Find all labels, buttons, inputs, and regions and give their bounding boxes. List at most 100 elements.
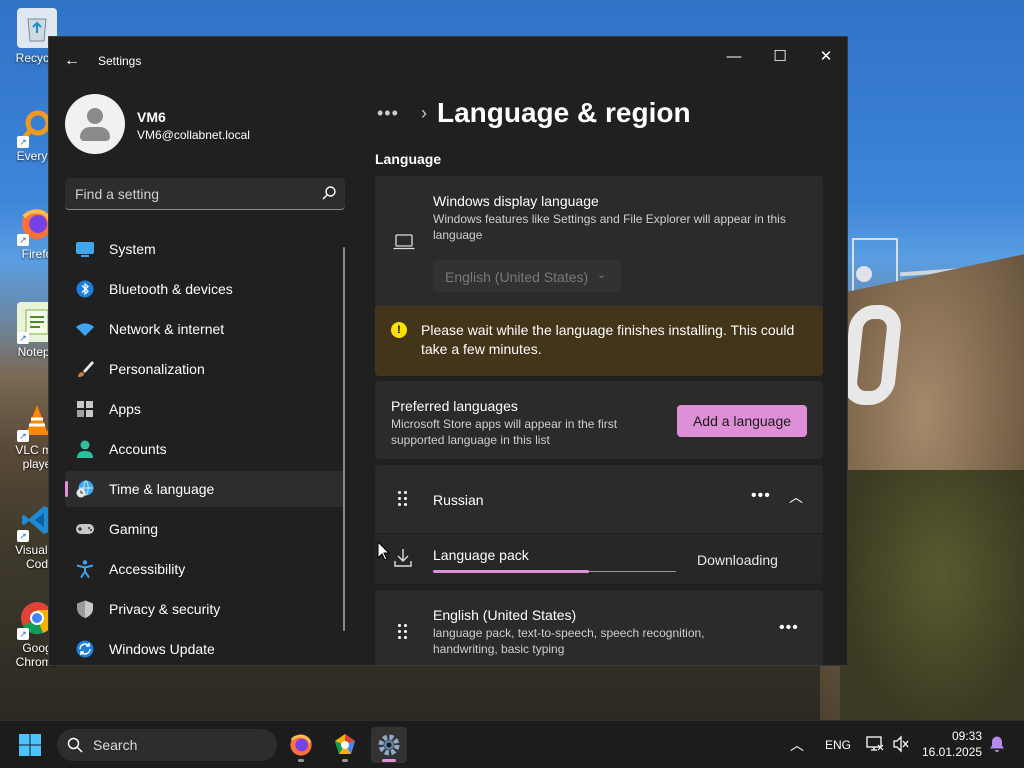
hillside-brush [840,470,1024,720]
shortcut-arrow-icon: ↗ [17,234,29,246]
sidebar-item-network[interactable]: Network & internet [65,311,345,347]
language-features: language pack, text-to-speech, speech re… [433,626,705,656]
laptop-icon [393,234,415,250]
shortcut-arrow-icon: ↗ [17,430,29,442]
sidebar-scrollbar[interactable] [343,247,345,631]
display-language-card: Windows display language Windows feature… [375,176,823,306]
sidebar-item-personalization[interactable]: Personalization [65,351,345,387]
sidebar-nav: System Bluetooth & devices Network & int… [65,231,345,665]
window-title: Settings [98,54,142,68]
search-icon [67,737,83,753]
maximize-button[interactable]: ☐ [757,41,803,71]
more-options-button[interactable]: ••• [779,619,799,637]
language-name: Russian [433,492,484,508]
chevron-up-icon[interactable]: ︿ [790,735,804,755]
back-button[interactable]: ← [59,49,85,73]
drag-handle-icon[interactable] [398,491,408,507]
breadcrumb-overflow-button[interactable]: ••• [377,103,407,124]
more-options-button[interactable]: ••• [751,487,771,505]
sidebar-item-bluetooth[interactable]: Bluetooth & devices [65,271,345,307]
gamepad-icon [76,524,94,534]
sidebar-item-label: Accessibility [109,561,186,577]
settings-gear-icon [378,734,400,756]
search-input[interactable] [75,184,305,204]
preferred-languages-title: Preferred languages [391,398,518,414]
sidebar-item-gaming[interactable]: Gaming [65,511,345,547]
satellite-dish [856,266,872,282]
minimize-button[interactable]: — [711,41,757,71]
close-button[interactable]: ✕ [803,41,847,71]
search-icon [322,186,336,200]
profile-email: VM6@collabnet.local [137,128,250,142]
settings-window: ← Settings — ☐ ✕ VM6 VM6@collabnet.local… [48,36,848,666]
sidebar-item-label: Apps [109,401,141,417]
find-setting-search[interactable] [65,178,345,210]
download-icon [394,549,412,567]
sidebar-item-label: Personalization [109,361,205,377]
sidebar-item-time-language[interactable]: Time & language [65,471,345,507]
breadcrumb: ••• › Language & region [377,95,691,131]
person-icon [77,440,93,458]
avatar-head [87,108,103,124]
volume-muted-icon[interactable] [892,735,910,753]
sidebar-item-system[interactable]: System [65,231,345,267]
sidebar-item-windows-update[interactable]: Windows Update [65,631,345,665]
display-language-dropdown[interactable]: English (United States) ⌄ [433,260,621,292]
shortcut-arrow-icon: ↗ [17,530,29,542]
sidebar-item-privacy[interactable]: Privacy & security [65,591,345,627]
running-indicator [342,759,348,762]
taskbar-search-label: Search [93,737,138,753]
sidebar-item-label: Time & language [109,481,215,497]
add-language-button[interactable]: Add a language [677,405,807,437]
language-name: English (United States) [433,607,577,623]
sidebar-item-label: Windows Update [109,641,215,657]
taskbar: Search ︿ ENG 09:33 16.01.2025 [0,720,1024,768]
title-bar[interactable]: ← Settings — ☐ ✕ [49,37,847,85]
download-progress-fill [433,570,589,573]
sidebar-item-label: Bluetooth & devices [109,281,233,297]
taskbar-app-2[interactable] [327,727,363,763]
monitor-icon [76,242,94,257]
wifi-icon [76,323,94,336]
taskbar-firefox[interactable] [283,727,319,763]
input-language[interactable]: ENG [825,738,851,752]
mouse-cursor-icon [377,541,391,561]
shortcut-arrow-icon: ↗ [17,332,29,344]
chevron-down-icon: ⌄ [597,269,607,281]
clock-time[interactable]: 09:33 [948,729,982,743]
active-indicator [382,759,396,762]
close-icon: ✕ [819,48,833,65]
display-language-description: Windows features like Settings and File … [433,212,786,242]
warning-text: Please wait while the language finishes … [421,322,795,357]
profile-name: VM6 [137,109,166,125]
windows-start-icon[interactable] [18,733,42,757]
accessibility-icon [76,560,94,578]
download-progress-bar [433,570,676,573]
chevron-up-icon[interactable]: ︿ [789,487,803,507]
bluetooth-icon [76,280,94,298]
sidebar-item-accounts[interactable]: Accounts [65,431,345,467]
sidebar-item-accessibility[interactable]: Accessibility [65,551,345,587]
preferred-languages-card: Preferred languages Microsoft Store apps… [375,381,823,459]
taskbar-search[interactable]: Search [57,729,277,761]
firefox-icon [290,734,312,756]
running-indicator [298,759,304,762]
dropdown-value: English (United States) [445,269,589,285]
page-title: Language & region [437,97,691,128]
language-pack-label: Language pack [433,547,529,563]
avatar-body [80,127,110,141]
sidebar-item-apps[interactable]: Apps [65,391,345,427]
preferred-languages-description: Microsoft Store apps will appear in the … [391,417,618,447]
notification-bell-icon[interactable] [988,735,1006,753]
section-heading: Language [375,151,442,167]
clock-date[interactable]: 16.01.2025 [922,745,982,759]
drag-handle-icon[interactable] [398,624,408,640]
shortcut-arrow-icon: ↗ [17,136,29,148]
language-item-russian[interactable]: Russian ••• ︿ [375,465,823,533]
apps-icon [77,401,93,417]
taskbar-settings[interactable] [371,727,407,763]
display-language-title: Windows display language [433,193,599,209]
network-icon[interactable] [866,735,884,753]
language-item-english[interactable]: English (United States) language pack, t… [375,590,823,665]
avatar[interactable] [65,94,125,154]
